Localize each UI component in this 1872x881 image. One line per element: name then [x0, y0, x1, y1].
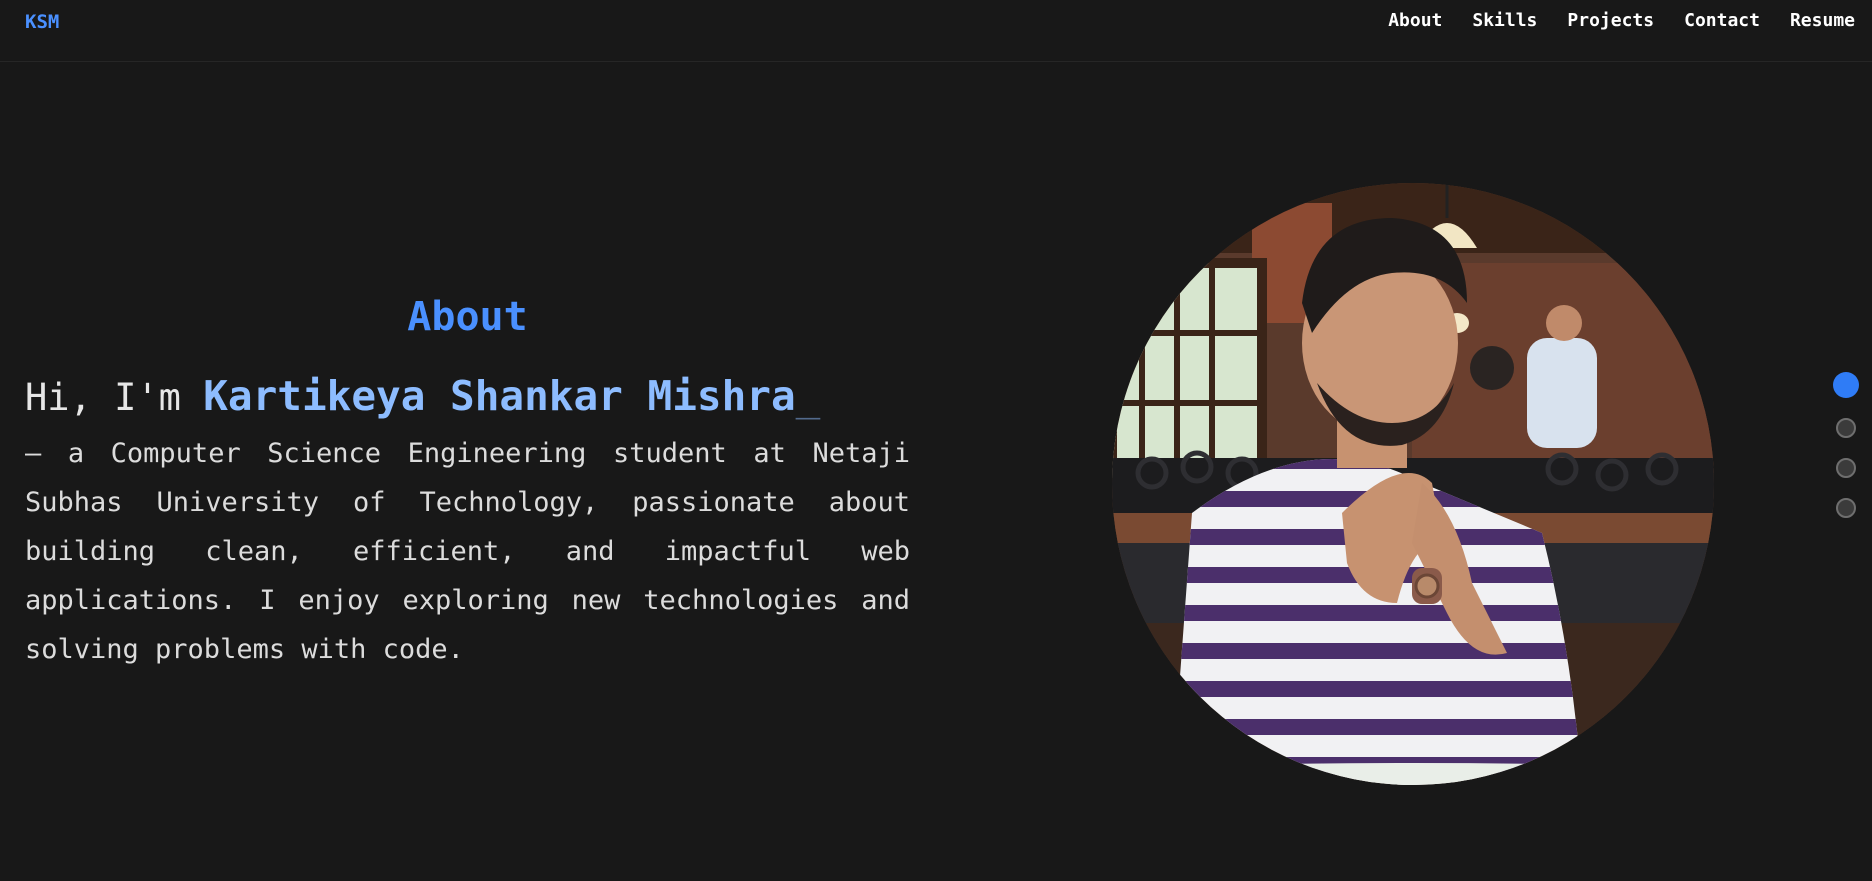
- nav-link-contact[interactable]: Contact: [1684, 10, 1760, 31]
- section-title: About: [407, 294, 528, 340]
- nav-link-resume[interactable]: Resume: [1790, 10, 1855, 31]
- name-text: Kartikeya Shankar Mishra: [203, 372, 796, 420]
- nav-links: About Skills Projects Contact Resume: [1388, 10, 1855, 31]
- logo-link[interactable]: KSM: [25, 11, 59, 33]
- section-dot-skills[interactable]: [1836, 418, 1856, 438]
- greeting-text: Hi, I'm: [25, 376, 204, 419]
- navbar: KSM About Skills Projects Contact Resume: [0, 0, 1872, 62]
- nav-link-projects[interactable]: Projects: [1567, 10, 1654, 31]
- bio-paragraph: — a Computer Science Engineering student…: [25, 438, 910, 665]
- typing-cursor: _: [795, 372, 821, 420]
- section-dots: [1833, 372, 1859, 518]
- section-dot-projects[interactable]: [1836, 458, 1856, 478]
- profile-photo-illustration: [1112, 183, 1714, 785]
- section-dot-about[interactable]: [1833, 372, 1859, 398]
- profile-photo: [1112, 183, 1714, 785]
- intro-heading: Hi, I'm Kartikeya Shankar Mishra_: [25, 372, 910, 420]
- nav-link-skills[interactable]: Skills: [1472, 10, 1537, 31]
- section-dot-contact[interactable]: [1836, 498, 1856, 518]
- nav-link-about[interactable]: About: [1388, 10, 1442, 31]
